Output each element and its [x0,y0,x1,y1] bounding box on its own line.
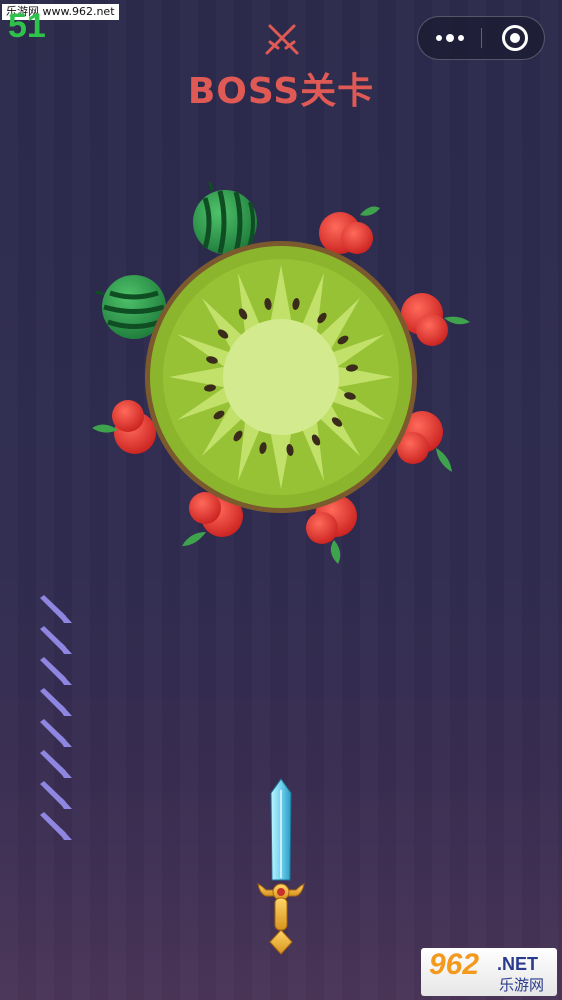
knife-remaining-icon [40,719,72,747]
watermark-chinese: 乐游网 [499,976,545,994]
apple-fruit [92,400,156,454]
apple-fruit [319,206,380,254]
knife-remaining-icon [40,595,72,623]
watermark-suffix: .NET [497,954,539,974]
knife-remaining-icon [40,626,72,654]
knives-remaining-indicator [40,595,72,840]
watermark-logo: 962 .NET 乐游网 [421,948,557,996]
knife-remaining-icon [40,688,72,716]
knife-remaining-icon [40,657,72,685]
kiwi-target[interactable] [145,241,417,513]
knife-remaining-icon [40,781,72,809]
knife-remaining-icon [40,750,72,778]
watermelon-fruit [193,181,257,254]
apple-fruit [401,293,470,346]
game-stage[interactable] [0,0,562,1000]
player-sword[interactable] [257,778,305,955]
knife-remaining-icon [40,812,72,840]
watermark-number: 962 [429,948,480,981]
